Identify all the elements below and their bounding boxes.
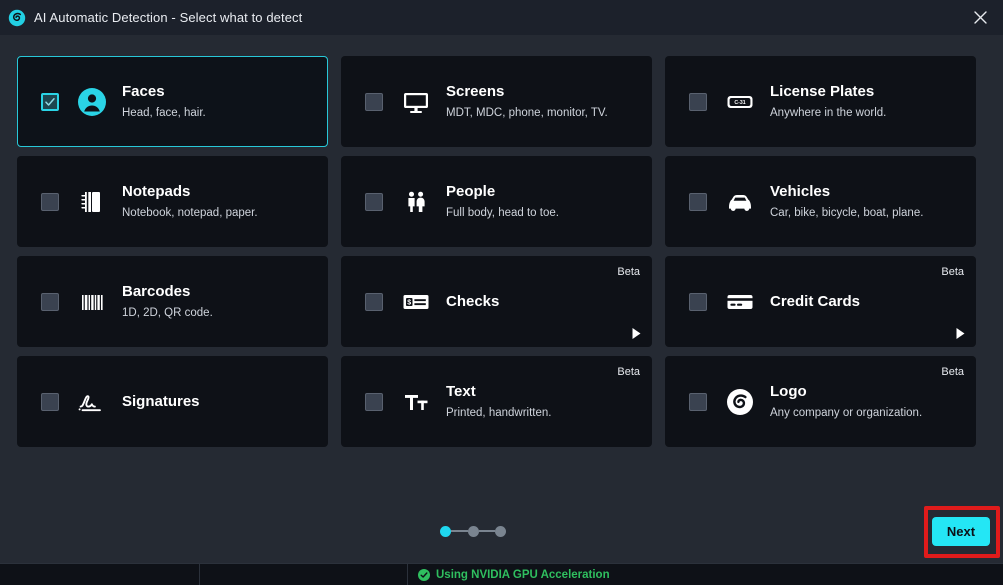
card-title-checks: Checks — [446, 292, 500, 310]
checkbox-notepads[interactable] — [41, 192, 59, 211]
detection-card-faces[interactable]: Faces Head, face, hair. — [17, 56, 328, 147]
card-title-license-plates: License Plates — [770, 83, 875, 100]
card-title-notepads: Notepads — [122, 183, 191, 200]
status-cell-1 — [0, 563, 200, 585]
checkbox-checks[interactable] — [365, 292, 383, 311]
checkbox-faces[interactable] — [41, 92, 59, 111]
beta-badge-logo: Beta — [941, 366, 964, 378]
card-desc-people: Full body, head to toe. — [446, 207, 559, 219]
close-icon[interactable] — [957, 0, 1003, 35]
card-desc-text: Printed, handwritten. — [446, 407, 552, 419]
barcode-icon — [76, 286, 108, 318]
check-circle-icon — [418, 568, 430, 581]
checkbox-logo[interactable] — [689, 392, 707, 411]
status-bar: Using NVIDIA GPU Acceleration — [0, 563, 1003, 585]
detection-card-license-plates[interactable]: C-31 License Plates Anywhere in the world. — [665, 56, 976, 147]
card-text-signatures: Signatures — [122, 393, 200, 411]
card-title-logo: Logo — [770, 383, 807, 400]
card-desc-notepads: Notebook, notepad, paper. — [122, 207, 258, 219]
detection-card-signatures[interactable]: Signatures — [17, 356, 328, 447]
monitor-icon — [400, 86, 432, 118]
card-title-barcodes: Barcodes — [122, 283, 191, 300]
detection-card-credit-cards[interactable]: Credit Cards Beta — [665, 256, 976, 347]
card-text-faces: Faces Head, face, hair. — [122, 83, 206, 120]
detection-card-screens[interactable]: Screens MDT, MDC, phone, monitor, TV. — [341, 56, 652, 147]
arrow-right-icon[interactable] — [630, 326, 642, 340]
step-dot-2[interactable] — [467, 525, 479, 537]
car-icon — [724, 186, 756, 218]
detection-card-notepads[interactable]: Notepads Notebook, notepad, paper. — [17, 156, 328, 247]
beta-badge-text: Beta — [617, 366, 640, 378]
beta-badge-credit-cards: Beta — [941, 266, 964, 278]
credit-card-icon — [724, 286, 756, 318]
card-title-vehicles: Vehicles — [770, 183, 831, 200]
checkbox-screens[interactable] — [365, 92, 383, 111]
checkbox-credit-cards[interactable] — [689, 292, 707, 311]
card-text-text: Text Printed, handwritten. — [446, 383, 551, 420]
card-desc-license-plates: Anywhere in the world. — [770, 107, 887, 119]
checkbox-people[interactable] — [365, 192, 383, 211]
card-text-checks: Checks — [446, 293, 499, 311]
arrow-right-icon[interactable] — [954, 326, 966, 340]
checkbox-signatures[interactable] — [41, 392, 59, 411]
card-text-license-plates: License Plates Anywhere in the world. — [770, 83, 886, 120]
card-text-people: People Full body, head to toe. — [446, 183, 559, 220]
card-text-barcodes: Barcodes 1D, 2D, QR code. — [122, 283, 213, 320]
card-text-credit-cards: Credit Cards — [770, 293, 860, 311]
checkbox-text[interactable] — [365, 392, 383, 411]
person-circle-icon — [76, 86, 108, 118]
svg-text:$: $ — [407, 299, 411, 306]
step-connector-2 — [478, 530, 495, 532]
card-title-credit-cards: Credit Cards — [770, 292, 861, 310]
detection-card-barcodes[interactable]: Barcodes 1D, 2D, QR code. — [17, 256, 328, 347]
step-connector-1 — [451, 530, 468, 532]
spiral-logo-icon — [724, 386, 756, 418]
card-title-faces: Faces — [122, 83, 165, 100]
people-icon — [400, 186, 432, 218]
next-button[interactable]: Next — [932, 517, 990, 546]
detection-card-logo[interactable]: Logo Any company or organization. Beta — [665, 356, 976, 447]
text-size-icon — [400, 386, 432, 418]
gpu-status-text: Using NVIDIA GPU Acceleration — [436, 568, 610, 581]
card-desc-logo: Any company or organization. — [770, 407, 923, 419]
card-desc-screens: MDT, MDC, phone, monitor, TV. — [446, 107, 608, 119]
notepad-icon — [76, 186, 108, 218]
signature-icon — [76, 386, 108, 418]
card-title-text: Text — [446, 383, 476, 400]
status-cell-2 — [200, 563, 408, 585]
card-desc-faces: Head, face, hair. — [122, 107, 206, 119]
step-indicator — [440, 525, 506, 537]
window-title-bar: AI Automatic Detection - Select what to … — [0, 0, 1003, 35]
detection-options-grid: Faces Head, face, hair. Screens MDT, MDC, p… — [17, 56, 986, 447]
checkbox-license-plates[interactable] — [689, 92, 707, 111]
card-text-vehicles: Vehicles Car, bike, bicycle, boat, plane. — [770, 183, 923, 220]
detection-card-checks[interactable]: $ Checks Beta — [341, 256, 652, 347]
step-dot-3[interactable] — [495, 525, 506, 537]
step-dot-1[interactable] — [440, 525, 451, 537]
detection-card-people[interactable]: People Full body, head to toe. — [341, 156, 652, 247]
beta-badge-checks: Beta — [617, 266, 640, 278]
spiral-logo-icon — [8, 9, 26, 27]
card-desc-barcodes: 1D, 2D, QR code. — [122, 307, 213, 319]
card-title-people: People — [446, 183, 496, 200]
card-text-notepads: Notepads Notebook, notepad, paper. — [122, 183, 258, 220]
status-cell-gpu: Using NVIDIA GPU Acceleration — [408, 564, 1003, 585]
svg-text:C-31: C-31 — [734, 100, 745, 106]
check-document-icon: $ — [400, 286, 432, 318]
card-desc-vehicles: Car, bike, bicycle, boat, plane. — [770, 207, 924, 219]
checkbox-vehicles[interactable] — [689, 192, 707, 211]
card-text-screens: Screens MDT, MDC, phone, monitor, TV. — [446, 83, 608, 120]
checkbox-barcodes[interactable] — [41, 292, 59, 311]
card-text-logo: Logo Any company or organization. — [770, 383, 922, 420]
card-title-screens: Screens — [446, 83, 505, 100]
window-title: AI Automatic Detection - Select what to … — [34, 10, 303, 25]
detection-card-text[interactable]: Text Printed, handwritten. Beta — [341, 356, 652, 447]
card-title-signatures: Signatures — [122, 392, 200, 410]
license-plate-icon: C-31 — [724, 86, 756, 118]
detection-card-vehicles[interactable]: Vehicles Car, bike, bicycle, boat, plane. — [665, 156, 976, 247]
